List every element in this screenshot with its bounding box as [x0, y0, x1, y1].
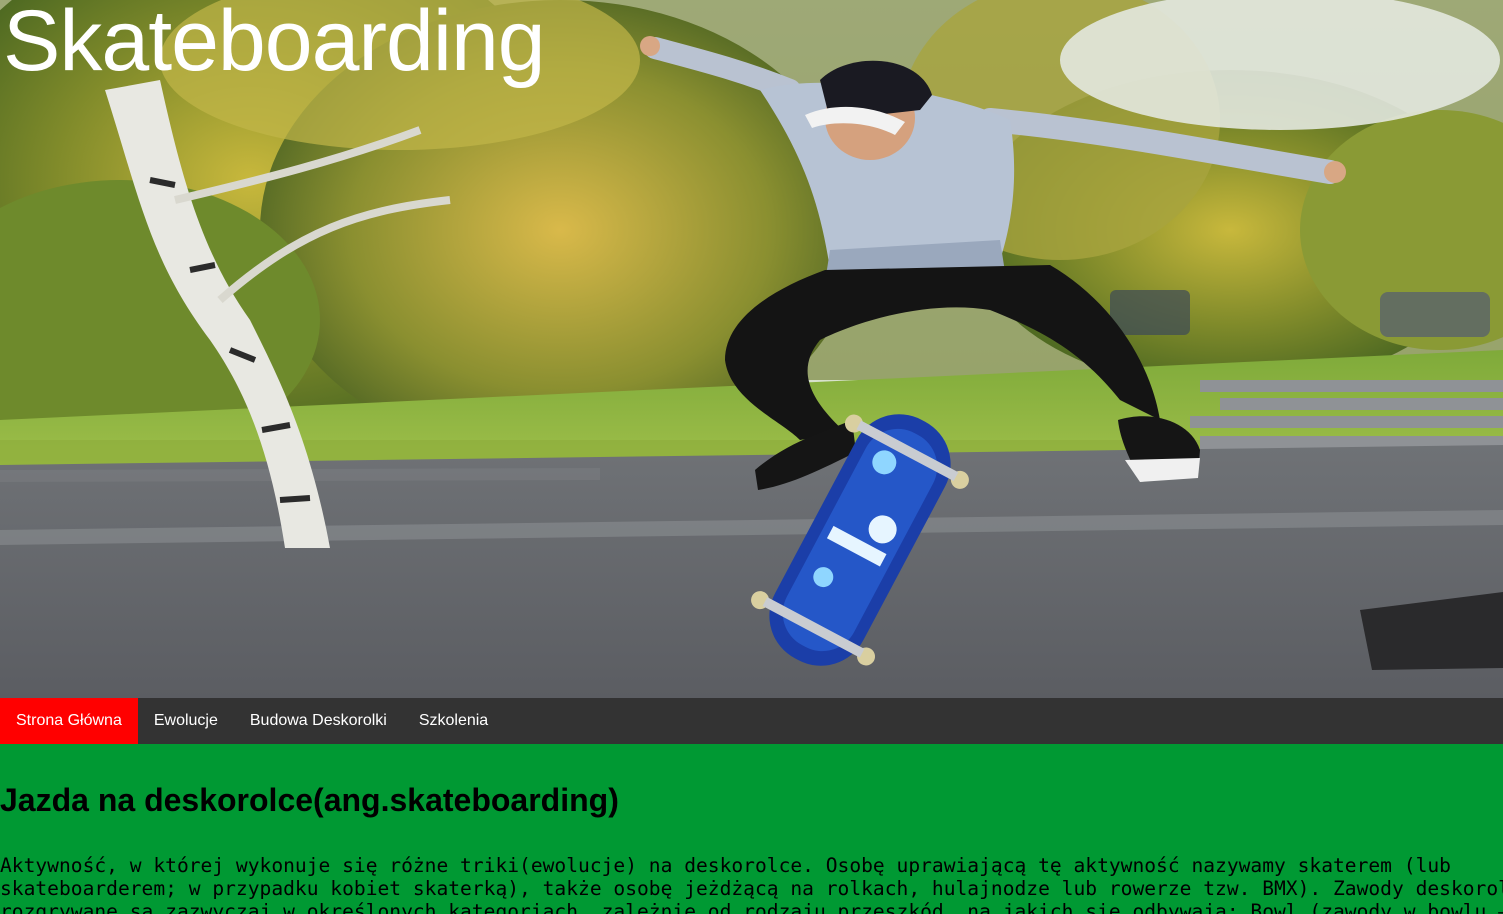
nav-item-ewolucje[interactable]: Ewolucje — [138, 698, 234, 744]
nav-item-budowa-deskorolki[interactable]: Budowa Deskorolki — [234, 698, 403, 744]
hero-banner: Skateboarding — [0, 0, 1503, 698]
page-heading: Jazda na deskorolce(ang.skateboarding) — [0, 782, 619, 818]
skateboarder-jump-photo — [0, 0, 1503, 698]
site-title: Skateboarding — [3, 0, 546, 89]
nav-item-szkolenia[interactable]: Szkolenia — [403, 698, 504, 744]
main-content: Jazda na deskorolce(ang.skateboarding) A… — [0, 744, 1503, 914]
main-nav: Strona Główna Ewolucje Budowa Deskorolki… — [0, 698, 1503, 744]
intro-paragraph: Aktywność, w której wykonuje się różne t… — [0, 854, 1503, 914]
nav-item-strona-glowna[interactable]: Strona Główna — [0, 698, 138, 744]
